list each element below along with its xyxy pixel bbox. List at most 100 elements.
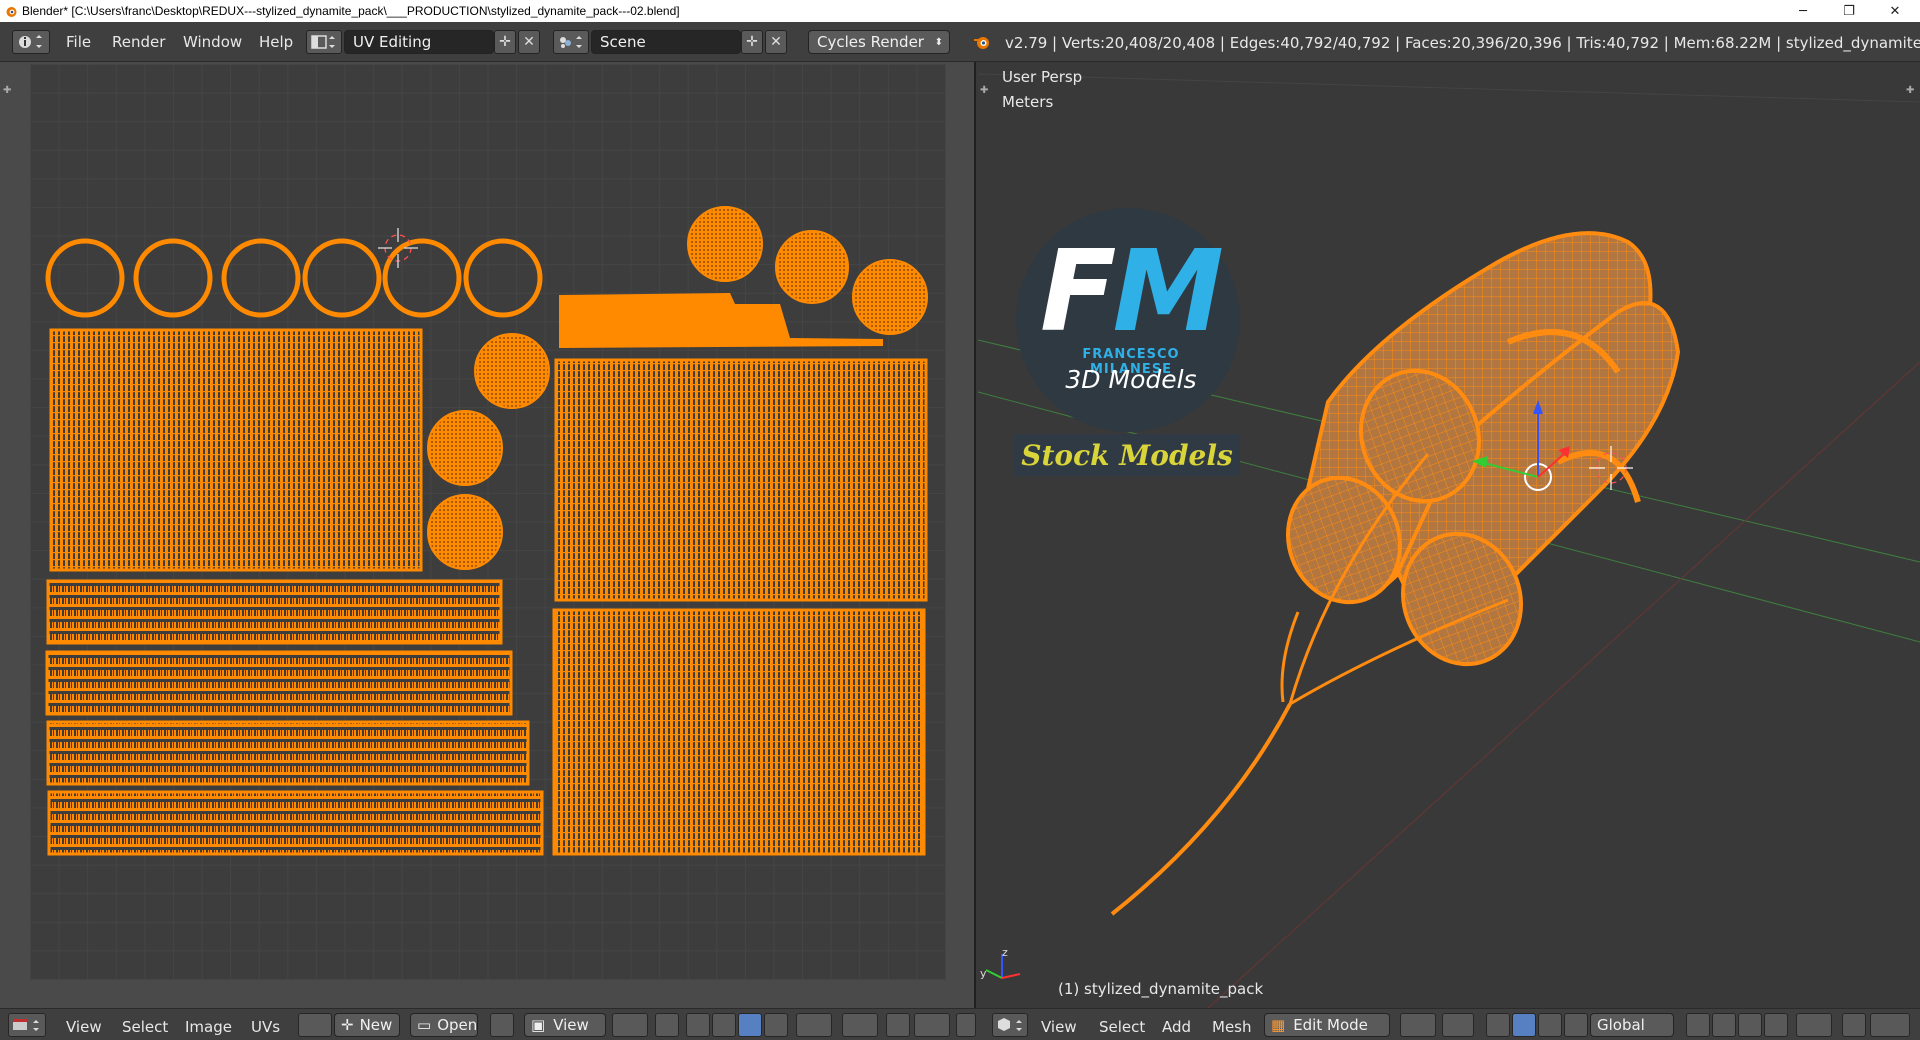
manipulator-icon[interactable] <box>1486 1013 1510 1037</box>
uv-image-editor[interactable]: ✚ <box>0 62 976 1008</box>
close-icon: ✕ <box>770 34 782 50</box>
proportional-edit-icon[interactable] <box>842 1013 878 1037</box>
logo-tagline: 3D Models <box>1065 365 1197 394</box>
maximize-button[interactable]: ❐ <box>1826 0 1872 22</box>
edit-mode-icon: ▦ <box>1271 1016 1286 1034</box>
sticky-select-icon[interactable] <box>796 1013 832 1037</box>
image-editor-icon <box>13 1019 39 1031</box>
3d-view-type-button[interactable] <box>992 1013 1028 1037</box>
axis-z-label: z <box>1002 946 1008 959</box>
rotate-manipulator-icon[interactable] <box>1538 1013 1562 1037</box>
render-engine-select[interactable]: Cycles Render ⬍ <box>808 30 950 54</box>
logo-letter-m: M <box>1112 227 1224 357</box>
transform-orientation-select[interactable]: Global <box>1590 1013 1674 1037</box>
face-mode-icon[interactable] <box>1764 1013 1788 1037</box>
3d-view-icon <box>998 1018 1022 1031</box>
info-header: File Render Window Help UV Editing ✛ ✕ S… <box>0 22 1920 62</box>
view-units: Meters <box>1002 93 1054 111</box>
menu-help[interactable]: Help <box>259 30 293 54</box>
vp-menu-add[interactable]: Add <box>1162 1016 1191 1038</box>
render-icon[interactable] <box>956 1013 976 1037</box>
blender-logo-icon <box>6 7 17 17</box>
vp-menu-mesh[interactable]: Mesh <box>1212 1016 1252 1038</box>
scene-icon <box>560 36 582 48</box>
blender-logo-icon <box>974 37 989 49</box>
pin-icon[interactable] <box>490 1013 514 1037</box>
mode-select[interactable]: ▦ Edit Mode <box>1264 1013 1390 1037</box>
window-titlebar: Blender* [C:\Users\franc\Desktop\REDUX--… <box>0 0 1920 22</box>
image-browse-button[interactable] <box>298 1013 332 1037</box>
plus-icon: ✛ <box>499 34 511 50</box>
sync-selection-icon[interactable] <box>655 1013 679 1037</box>
minimize-button[interactable]: ─ <box>1780 0 1826 22</box>
vp-menu-select[interactable]: Select <box>1099 1016 1145 1038</box>
uv-grid-canvas[interactable] <box>30 64 946 980</box>
new-image-button[interactable]: ✛ New <box>334 1013 400 1037</box>
vertex-mode-icon[interactable] <box>1712 1013 1736 1037</box>
uv-menu-view[interactable]: View <box>66 1016 102 1038</box>
proportional-icon[interactable] <box>1796 1013 1832 1037</box>
screen-layout-icon <box>311 35 335 49</box>
view-name: User Persp <box>1002 68 1083 86</box>
snap-element-icon[interactable] <box>1870 1013 1910 1037</box>
edge-select-icon[interactable] <box>712 1013 736 1037</box>
add-scene-button[interactable]: ✛ <box>741 30 763 54</box>
uv-menu-uvs[interactable]: UVs <box>251 1016 280 1038</box>
scene-browse-button[interactable] <box>553 30 589 54</box>
pivot-icon[interactable] <box>612 1013 648 1037</box>
plus-icon: ✛ <box>341 1016 354 1034</box>
orientation-label: Global <box>1597 1016 1645 1034</box>
scale-manipulator-icon[interactable] <box>1564 1013 1588 1037</box>
add-screen-button[interactable]: ✛ <box>494 30 516 54</box>
logo-letter-f: F <box>1040 227 1116 357</box>
uv-islands[interactable] <box>30 64 946 980</box>
scene-geometry[interactable] <box>978 62 1920 1008</box>
snap-icon[interactable] <box>886 1013 910 1037</box>
close-button[interactable]: ✕ <box>1872 0 1918 22</box>
dropdown-arrows-icon: ⬍ <box>934 36 943 48</box>
face-select-icon[interactable] <box>738 1013 762 1037</box>
shading-icon[interactable] <box>1400 1013 1436 1037</box>
info-editor-icon <box>19 35 42 48</box>
edge-mode-icon[interactable] <box>1738 1013 1762 1037</box>
open-image-label: Open <box>437 1016 478 1034</box>
menu-file[interactable]: File <box>66 30 91 54</box>
bottom-headers: View Select Image UVs ✛ New ▭ Open ▣ View V… <box>0 1008 1920 1040</box>
snap-target-icon[interactable] <box>914 1013 950 1037</box>
island-select-icon[interactable] <box>764 1013 788 1037</box>
delete-scene-button[interactable]: ✕ <box>765 30 787 54</box>
render-engine-label: Cycles Render <box>817 33 924 51</box>
view-mode-icon: ▣ <box>531 1016 546 1034</box>
layer-icon[interactable] <box>1686 1013 1710 1037</box>
vp-menu-view[interactable]: View <box>1041 1016 1077 1038</box>
view-mode-select[interactable]: ▣ View <box>524 1013 606 1037</box>
menu-render[interactable]: Render <box>112 30 165 54</box>
open-image-button[interactable]: ▭ Open <box>410 1013 478 1037</box>
scene-field[interactable]: Scene <box>591 30 741 54</box>
active-object-label: (1) stylized_dynamite_pack <box>1058 980 1264 998</box>
3d-viewport[interactable]: ✚ ✚ User Persp Meters (1) stylized_dynam… <box>978 62 1920 1008</box>
translate-manipulator-icon[interactable] <box>1512 1013 1536 1037</box>
plus-icon: ✛ <box>746 34 758 50</box>
info-editor-type-button[interactable] <box>12 30 50 54</box>
view-mode-label: View <box>553 1016 589 1034</box>
folder-icon: ▭ <box>417 1016 432 1034</box>
screen-layout-field[interactable]: UV Editing <box>344 30 494 54</box>
region-expand-icon[interactable]: ✚ <box>3 85 11 96</box>
logo-letters: FM <box>1040 236 1224 348</box>
delete-screen-button[interactable]: ✕ <box>518 30 540 54</box>
mode-label: Edit Mode <box>1293 1016 1368 1034</box>
uv-ring-islands <box>45 238 543 318</box>
close-icon: ✕ <box>523 34 535 50</box>
pivot-point-icon[interactable] <box>1442 1013 1474 1037</box>
snap-toggle-icon[interactable] <box>1842 1013 1866 1037</box>
axis-y-label: y <box>980 967 987 980</box>
stock-models-banner: Stock Models <box>1014 434 1240 476</box>
image-editor-type-button[interactable] <box>8 1013 46 1037</box>
uv-menu-image[interactable]: Image <box>185 1016 232 1038</box>
vertex-select-icon[interactable] <box>686 1013 710 1037</box>
menu-window[interactable]: Window <box>183 30 242 54</box>
screen-layout-browse-button[interactable] <box>306 30 342 54</box>
uv-menu-select[interactable]: Select <box>122 1016 168 1038</box>
window-title: Blender* [C:\Users\franc\Desktop\REDUX--… <box>22 4 680 18</box>
